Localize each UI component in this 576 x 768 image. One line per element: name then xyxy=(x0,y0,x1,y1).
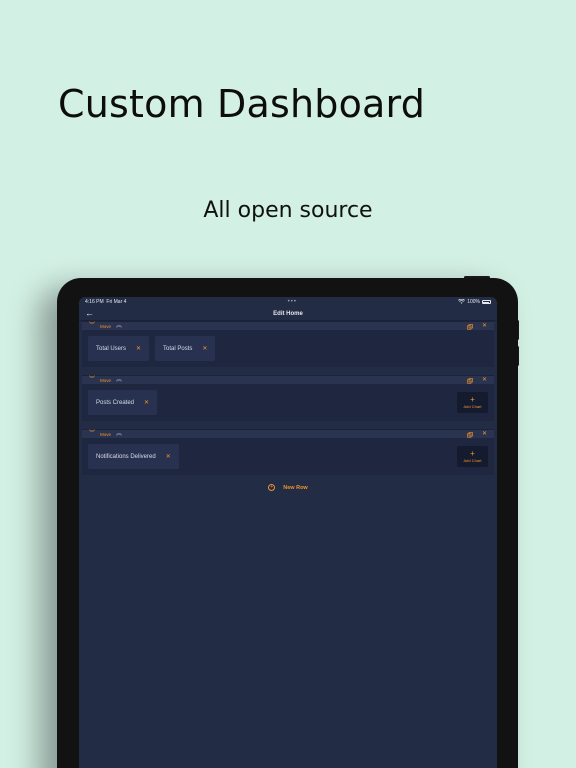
plus-icon: + xyxy=(470,449,475,458)
headline: Custom Dashboard xyxy=(58,82,426,126)
remove-chart-icon[interactable]: ✕ xyxy=(166,453,171,460)
move-label: Move xyxy=(100,431,112,437)
row-charts: Notifications Delivered ✕ + Add Chart xyxy=(82,438,494,475)
delete-row-icon[interactable]: ✕ xyxy=(482,323,487,329)
battery-percent: 100% xyxy=(467,299,480,305)
multitask-dots-icon[interactable]: ••• xyxy=(288,299,297,305)
chart-chip[interactable]: Posts Created ✕ xyxy=(88,390,158,415)
chart-chip[interactable]: Total Posts ✕ xyxy=(155,336,216,361)
wifi-icon xyxy=(458,298,466,306)
remove-chart-icon[interactable]: ✕ xyxy=(136,345,141,352)
chart-chip-label: Total Users xyxy=(96,345,127,352)
chart-chip-label: Posts Created xyxy=(96,399,135,406)
new-row-label: New Row xyxy=(283,484,308,491)
chart-chip[interactable]: Total Users ✕ xyxy=(88,336,150,361)
remove-chart-icon[interactable]: ✕ xyxy=(144,399,149,406)
status-time: 4:16 PM xyxy=(85,299,104,305)
row-charts: Total Users ✕ Total Posts ✕ xyxy=(82,330,494,367)
move-down-icon[interactable]: ︾ xyxy=(89,431,95,437)
plus-icon: + xyxy=(470,395,475,404)
app-screen: 4:16 PM Fri Mar 4 ••• 100% ← Edit Home ︾… xyxy=(79,297,497,768)
move-label: Move xyxy=(100,323,112,329)
chart-chip[interactable]: Notifications Delivered ✕ xyxy=(88,444,179,469)
new-row-button[interactable]: + New Row xyxy=(79,484,497,491)
row-header: ︾ Move ︽ ✕ xyxy=(82,321,494,330)
move-up-icon[interactable]: ︽ xyxy=(116,323,122,329)
move-up-icon[interactable]: ︽ xyxy=(116,377,122,383)
dashboard-row-3: ︾ Move ︽ ✕ Notifications Delivered ✕ + A… xyxy=(82,429,494,475)
add-chart-button[interactable]: + Add Chart xyxy=(457,446,488,467)
chart-chip-label: Total Posts xyxy=(163,345,193,352)
delete-row-icon[interactable]: ✕ xyxy=(482,377,487,383)
back-arrow-icon[interactable]: ← xyxy=(85,308,94,318)
chart-chip-label: Notifications Delivered xyxy=(96,453,156,460)
add-chart-label: Add Chart xyxy=(463,404,482,409)
delete-row-icon[interactable]: ✕ xyxy=(482,431,487,437)
page-title: Edit Home xyxy=(273,310,303,317)
row-header: ︾ Move ︽ ✕ xyxy=(82,375,494,384)
dashboard-row-1: ︾ Move ︽ ✕ Total Users ✕ Total Posts ✕ xyxy=(82,321,494,367)
add-chart-button[interactable]: + Add Chart xyxy=(457,392,488,413)
battery-icon xyxy=(481,300,491,304)
add-circle-icon: + xyxy=(268,484,276,491)
status-bar: 4:16 PM Fri Mar 4 ••• 100% xyxy=(79,297,497,307)
move-up-icon[interactable]: ︽ xyxy=(116,431,122,437)
row-charts: Posts Created ✕ + Add Chart xyxy=(82,384,494,421)
add-chart-label: Add Chart xyxy=(463,458,482,463)
move-down-icon[interactable]: ︾ xyxy=(89,323,95,329)
dashboard-row-2: ︾ Move ︽ ✕ Posts Created ✕ + Add Chart xyxy=(82,375,494,421)
move-label: Move xyxy=(100,377,112,383)
status-date: Fri Mar 4 xyxy=(106,299,127,305)
subheadline: All open source xyxy=(203,198,373,223)
row-header: ︾ Move ︽ ✕ xyxy=(82,429,494,438)
remove-chart-icon[interactable]: ✕ xyxy=(202,345,207,352)
move-down-icon[interactable]: ︾ xyxy=(89,377,95,383)
nav-bar: ← Edit Home xyxy=(79,307,497,321)
